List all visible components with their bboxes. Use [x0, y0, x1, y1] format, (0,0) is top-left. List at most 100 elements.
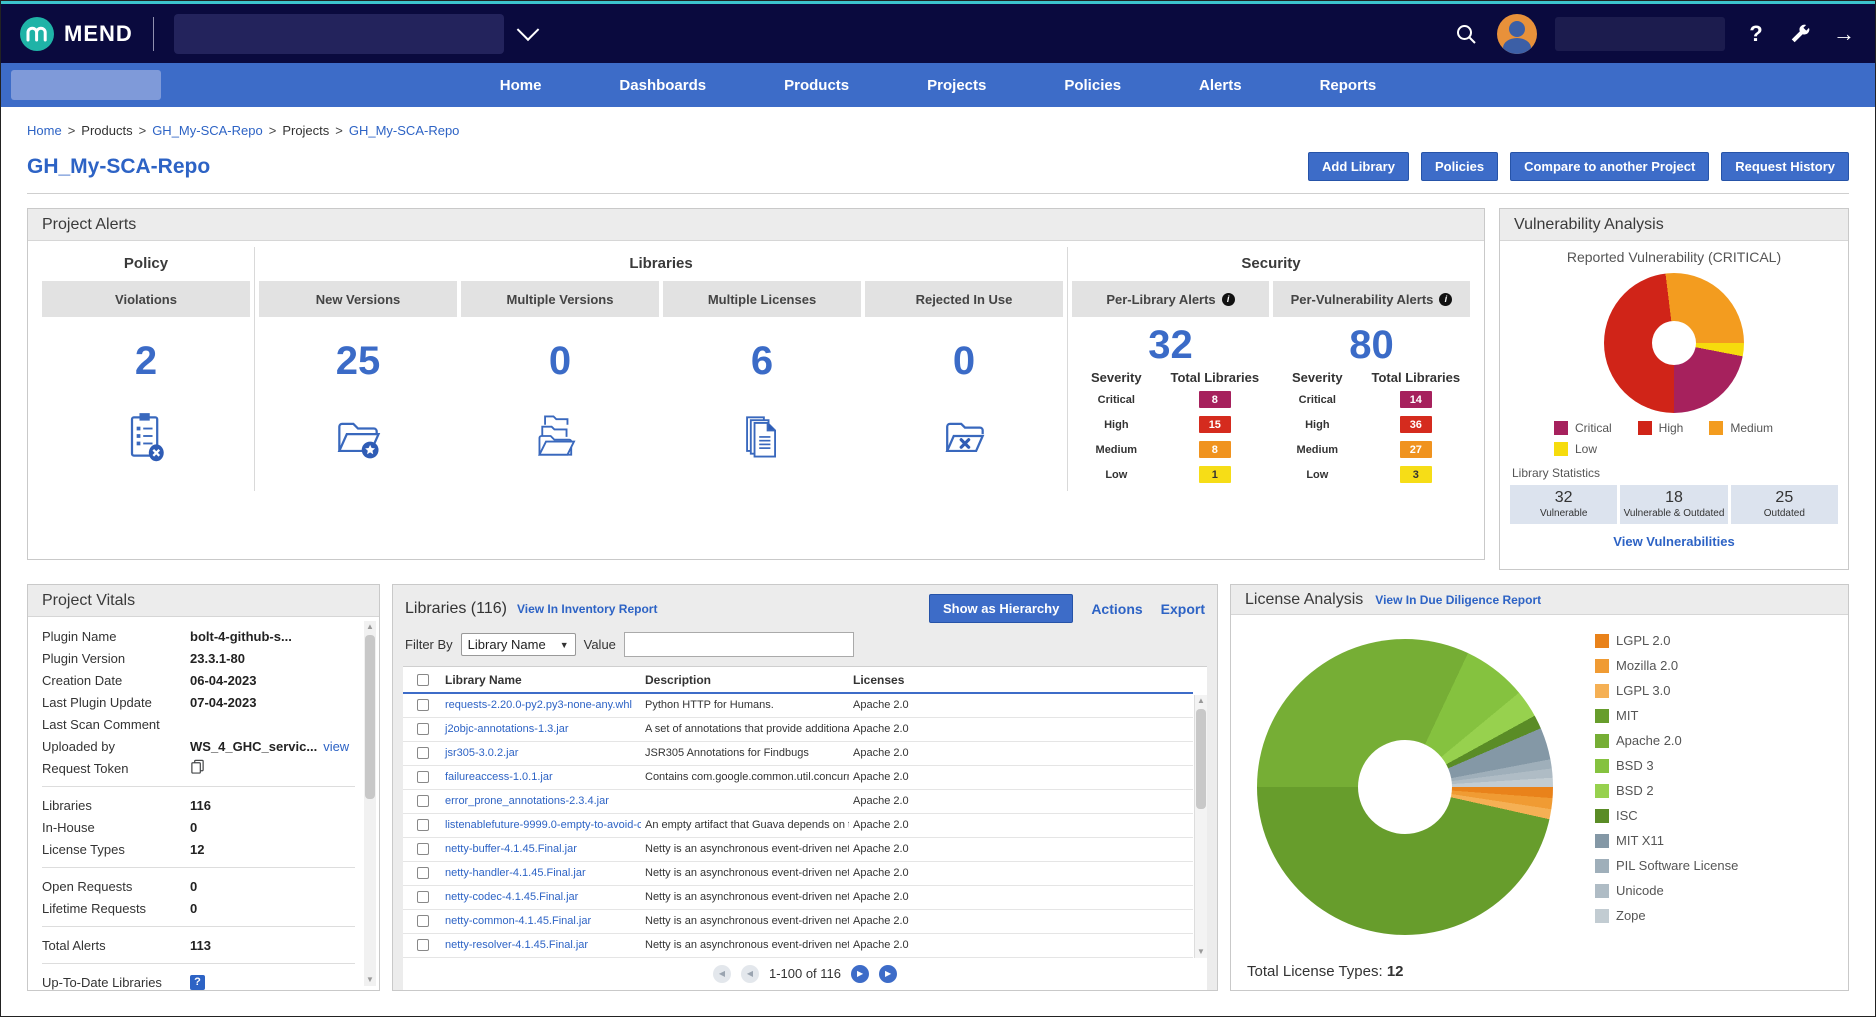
library-name-link[interactable]: error_prone_annotations-2.3.4.jar	[445, 795, 609, 807]
search-icon[interactable]	[1453, 21, 1479, 47]
column-header-description[interactable]: Description	[641, 667, 849, 693]
help-icon[interactable]: ?	[1743, 21, 1769, 47]
security-total-per-library-alerts[interactable]: 32	[1072, 323, 1269, 368]
severity-count-badge[interactable]: 14	[1400, 391, 1432, 408]
row-checkbox[interactable]	[417, 723, 429, 735]
row-checkbox[interactable]	[417, 843, 429, 855]
project-vitals-scrollbar[interactable]: ▲ ▼	[364, 621, 376, 986]
row-checkbox[interactable]	[417, 915, 429, 927]
mend-logo[interactable]: MEND	[19, 16, 133, 52]
alert-tab-multiple-licenses[interactable]: Multiple Licenses	[663, 281, 861, 317]
library-name-link[interactable]: netty-buffer-4.1.45.Final.jar	[445, 843, 577, 855]
alert-tab-new-versions[interactable]: New Versions	[259, 281, 457, 317]
severity-count-badge[interactable]: 1	[1199, 466, 1231, 483]
severity-count-badge[interactable]: 3	[1400, 466, 1432, 483]
library-name-link[interactable]: netty-handler-4.1.45.Final.jar	[445, 867, 586, 879]
alert-count-new-versions[interactable]: 25	[259, 339, 457, 384]
alert-count-violations[interactable]: 2	[42, 339, 250, 384]
view-in-inventory-report-link[interactable]: View In Inventory Report	[517, 602, 657, 616]
nav-item-home[interactable]: Home	[500, 77, 542, 94]
copy-icon[interactable]	[190, 759, 205, 777]
filter-field-select[interactable]: Library Name ▼	[461, 633, 576, 656]
severity-count-badge[interactable]: 27	[1400, 441, 1432, 458]
nav-item-reports[interactable]: Reports	[1320, 77, 1377, 94]
security-total-per-vulnerability-alerts[interactable]: 80	[1273, 323, 1470, 368]
security-tab-per-vulnerability-alerts[interactable]: Per-Vulnerability Alertsi	[1273, 281, 1470, 317]
row-checkbox[interactable]	[417, 795, 429, 807]
policies-button[interactable]: Policies	[1421, 152, 1498, 181]
row-checkbox[interactable]	[417, 771, 429, 783]
request-history-button[interactable]: Request History	[1721, 152, 1849, 181]
column-header-library-name[interactable]: Library Name	[441, 667, 641, 693]
security-tab-per-library-alerts[interactable]: Per-Library Alertsi	[1072, 281, 1269, 317]
library-name-link[interactable]: failureaccess-1.0.1.jar	[445, 771, 553, 783]
breadcrumb-item-gh-my-sca-repo-2[interactable]: GH_My-SCA-Repo	[152, 123, 263, 138]
row-checkbox[interactable]	[417, 747, 429, 759]
stat-box-vulnerable-outdated[interactable]: 18Vulnerable & Outdated	[1620, 485, 1727, 524]
info-icon[interactable]: i	[1222, 293, 1235, 306]
redacted-username[interactable]	[1555, 17, 1725, 51]
row-checkbox[interactable]	[417, 891, 429, 903]
view-link[interactable]: view	[323, 739, 349, 754]
scroll-up-icon[interactable]: ▲	[364, 621, 376, 633]
select-all-checkbox[interactable]	[417, 674, 429, 686]
breadcrumb-item-home-0[interactable]: Home	[27, 123, 62, 138]
vulnerability-donut-chart[interactable]	[1604, 273, 1744, 413]
nav-item-alerts[interactable]: Alerts	[1199, 77, 1242, 94]
scroll-down-icon[interactable]: ▼	[1195, 946, 1207, 958]
organization-selector[interactable]	[174, 14, 536, 54]
user-avatar[interactable]	[1497, 14, 1537, 54]
scrollbar-thumb[interactable]	[1196, 709, 1206, 809]
alert-tab-rejected-in-use[interactable]: Rejected In Use	[865, 281, 1063, 317]
severity-count-badge[interactable]: 8	[1199, 391, 1231, 408]
stat-box-vulnerable[interactable]: 32Vulnerable	[1510, 485, 1617, 524]
export-link[interactable]: Export	[1161, 601, 1205, 617]
pagination-last-button[interactable]: ▶	[879, 965, 897, 983]
settings-wrench-icon[interactable]	[1787, 21, 1813, 47]
library-name-link[interactable]: netty-codec-4.1.45.Final.jar	[445, 891, 578, 903]
logout-icon[interactable]: →	[1831, 21, 1857, 47]
library-name-link[interactable]: requests-2.20.0-py2.py3-none-any.whl	[445, 699, 632, 711]
severity-count-badge[interactable]: 15	[1199, 416, 1231, 433]
library-name-link[interactable]: j2objc-annotations-1.3.jar	[445, 723, 569, 735]
library-name-link[interactable]: netty-common-4.1.45.Final.jar	[445, 915, 591, 927]
breadcrumb-item-gh-my-sca-repo-4[interactable]: GH_My-SCA-Repo	[349, 123, 460, 138]
scroll-up-icon[interactable]: ▲	[1195, 695, 1207, 707]
scrollbar-thumb[interactable]	[365, 635, 375, 799]
nav-item-policies[interactable]: Policies	[1064, 77, 1121, 94]
alert-tab-multiple-versions[interactable]: Multiple Versions	[461, 281, 659, 317]
filter-value-input[interactable]	[624, 632, 854, 657]
license-donut-chart[interactable]	[1257, 639, 1553, 935]
add-library-button[interactable]: Add Library	[1308, 152, 1409, 181]
column-header-licenses[interactable]: Licenses	[849, 667, 1193, 693]
alert-count-multiple-versions[interactable]: 0	[461, 339, 659, 384]
pagination-next-button[interactable]: ▶	[851, 965, 869, 983]
alert-count-rejected-in-use[interactable]: 0	[865, 339, 1063, 384]
row-checkbox[interactable]	[417, 819, 429, 831]
row-checkbox[interactable]	[417, 867, 429, 879]
alert-tab-violations[interactable]: Violations	[42, 281, 250, 317]
nav-item-projects[interactable]: Projects	[927, 77, 986, 94]
row-checkbox[interactable]	[417, 699, 429, 711]
nav-item-products[interactable]: Products	[784, 77, 849, 94]
show-as-hierarchy-button[interactable]: Show as Hierarchy	[929, 594, 1073, 623]
libraries-table-scrollbar[interactable]: ▲ ▼	[1194, 695, 1207, 958]
info-icon[interactable]: i	[1439, 293, 1452, 306]
actions-link[interactable]: Actions	[1091, 601, 1142, 617]
scroll-down-icon[interactable]: ▼	[364, 974, 376, 986]
view-in-due-diligence-report-link[interactable]: View In Due Diligence Report	[1375, 593, 1541, 607]
library-name-link[interactable]: netty-resolver-4.1.45.Final.jar	[445, 939, 588, 951]
pagination-first-button[interactable]: ◀	[713, 965, 731, 983]
severity-count-badge[interactable]: 36	[1400, 416, 1432, 433]
alert-count-multiple-licenses[interactable]: 6	[663, 339, 861, 384]
compare-to-another-project-button[interactable]: Compare to another Project	[1510, 152, 1709, 181]
severity-count-badge[interactable]: 8	[1199, 441, 1231, 458]
view-vulnerabilities-link[interactable]: View Vulnerabilities	[1500, 534, 1848, 549]
row-checkbox[interactable]	[417, 939, 429, 951]
library-name-link[interactable]: listenablefuture-9999.0-empty-to-avoid-c…	[445, 819, 641, 831]
nav-item-dashboards[interactable]: Dashboards	[619, 77, 706, 94]
library-name-link[interactable]: jsr305-3.0.2.jar	[445, 747, 518, 759]
pagination-prev-button[interactable]: ◀	[741, 965, 759, 983]
stat-box-outdated[interactable]: 25Outdated	[1731, 485, 1838, 524]
help-icon[interactable]: ?	[190, 975, 205, 990]
